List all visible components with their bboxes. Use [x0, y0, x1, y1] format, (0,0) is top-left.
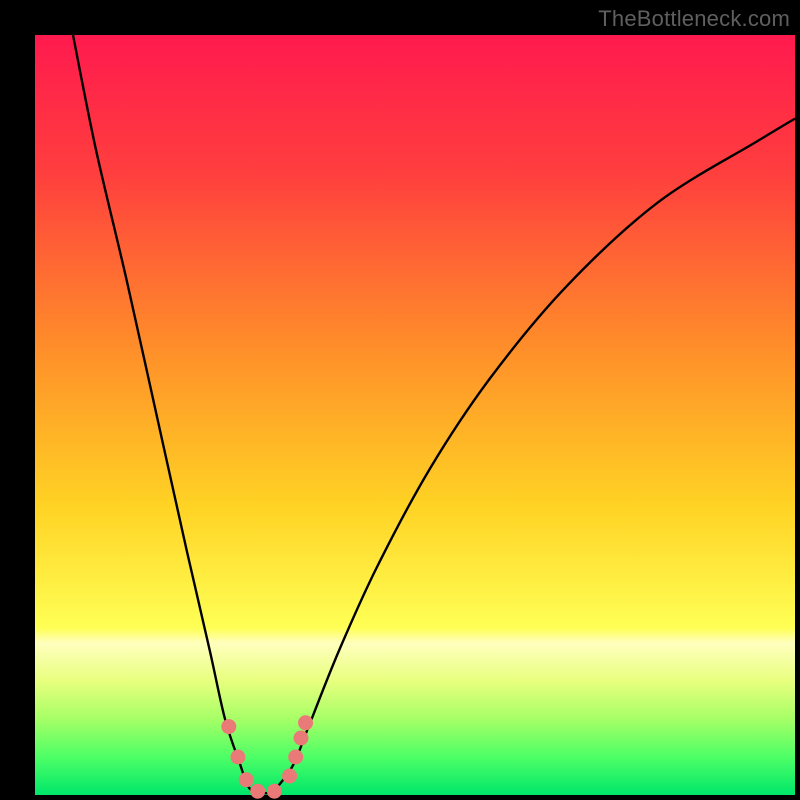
- curve-marker: [298, 715, 313, 730]
- watermark-text: TheBottleneck.com: [598, 6, 790, 32]
- curve-marker: [267, 784, 282, 799]
- curve-marker: [250, 784, 265, 799]
- curve-marker: [221, 719, 236, 734]
- curve-marker: [230, 750, 245, 765]
- curve-marker: [282, 769, 297, 784]
- curve-marker: [288, 750, 303, 765]
- chart-frame: TheBottleneck.com: [0, 0, 800, 800]
- curve-marker: [239, 772, 254, 787]
- curve-markers: [221, 715, 313, 798]
- bottleneck-curve: [73, 35, 795, 793]
- chart-svg: [35, 35, 795, 795]
- curve-marker: [294, 731, 309, 746]
